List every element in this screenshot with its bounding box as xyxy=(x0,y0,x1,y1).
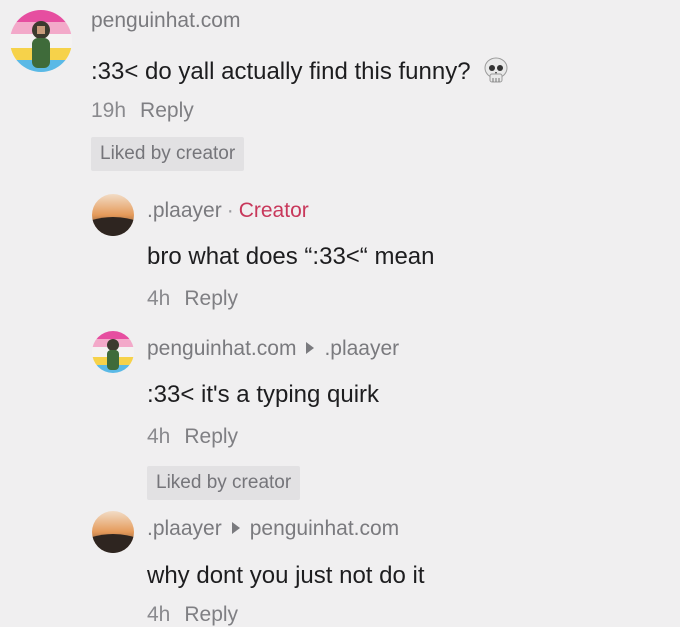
reply-to-username[interactable]: .plaayer xyxy=(324,337,399,360)
username[interactable]: .plaayer xyxy=(147,517,222,540)
reply-button[interactable]: Reply xyxy=(184,425,238,448)
reply-button[interactable]: Reply xyxy=(184,603,238,626)
timestamp: 4h xyxy=(147,603,171,626)
timestamp: 4h xyxy=(147,287,171,310)
comment-text: bro what does “:33<“ mean xyxy=(147,243,435,270)
reply-arrow-icon xyxy=(306,342,315,354)
comment-text: :33< it's a typing quirk xyxy=(147,381,380,408)
username-line: penguinhat.com .plaayer xyxy=(147,337,399,361)
liked-by-creator-badge: Liked by creator xyxy=(91,137,245,171)
timestamp: 4h xyxy=(147,425,171,448)
username-line: .plaayer · Creator xyxy=(147,199,309,223)
creator-tag: Creator xyxy=(238,199,309,222)
comment-text-content: :33< do yall actually find this funny? xyxy=(91,58,471,85)
reply-arrow-icon xyxy=(231,522,240,534)
avatar[interactable] xyxy=(10,10,72,72)
comment-text: why dont you just not do it xyxy=(147,562,425,589)
reply-button[interactable]: Reply xyxy=(184,287,238,310)
liked-by-creator-badge: Liked by creator xyxy=(147,466,301,500)
reply-to-username[interactable]: penguinhat.com xyxy=(250,517,399,540)
comment-meta: 19h Reply xyxy=(91,99,194,123)
username-line: .plaayer penguinhat.com xyxy=(147,517,399,541)
username[interactable]: penguinhat.com xyxy=(147,337,296,360)
reply-button[interactable]: Reply xyxy=(140,99,194,122)
avatar[interactable] xyxy=(92,194,134,236)
avatar[interactable] xyxy=(92,331,134,373)
timestamp: 19h xyxy=(91,99,127,122)
comment-meta: 4h Reply xyxy=(147,603,238,627)
comment-meta: 4h Reply xyxy=(147,287,238,311)
username[interactable]: .plaayer xyxy=(147,199,222,222)
username[interactable]: penguinhat.com xyxy=(91,9,240,33)
comment-meta: 4h Reply xyxy=(147,425,238,449)
separator-dot: · xyxy=(226,199,234,222)
comment-text: :33< do yall actually find this funny? xyxy=(91,57,509,92)
skull-icon xyxy=(483,57,509,92)
avatar[interactable] xyxy=(92,511,134,553)
